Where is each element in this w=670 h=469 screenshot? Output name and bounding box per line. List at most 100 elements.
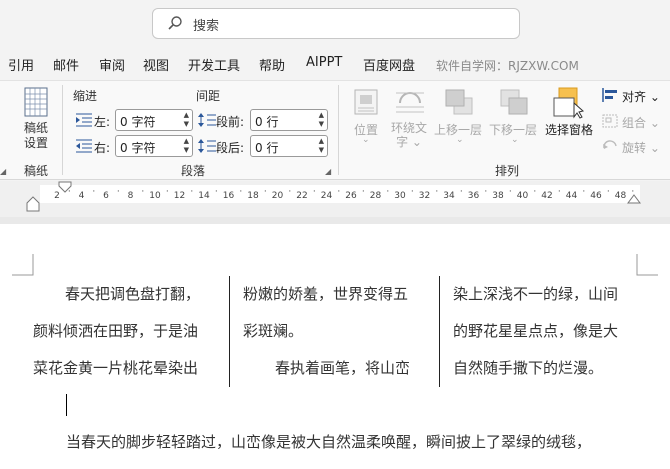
ruler-tick-dot: · (337, 187, 341, 197)
text-line: 春天把调色盘打翻， (65, 285, 201, 303)
ruler-tick-label: 36 (467, 191, 480, 201)
tab-references[interactable]: 引用 (8, 55, 34, 74)
separator (62, 85, 63, 175)
column-separator (229, 276, 230, 387)
ruler-tick-dot: · (484, 187, 488, 197)
ruler-tick-label: 28 (369, 191, 382, 201)
indent-header: 缩进 (73, 89, 98, 103)
manuscript-button-line1: 稿纸 (24, 121, 49, 135)
ruler-tick-label: 40 (516, 191, 529, 201)
column-3: 染上深浅不一的绿，山间 的野花星星点点，像是大 自然随手撒下的烂漫。 (453, 276, 618, 387)
indent-right-icon (76, 139, 92, 153)
ruler-tick-label: 44 (565, 191, 578, 201)
spacing-before-value: 0 行 (255, 115, 279, 129)
tab-review[interactable]: 审阅 (99, 55, 125, 74)
horizontal-ruler[interactable]: 2 · 4 · 6 · 8 · 10 · 12 · 14 · 16 · 18 · 20 · 22 · 24 · 26 · 28 · 30… (40, 185, 640, 203)
spinner-arrows-icon[interactable]: ▲ ▼ (319, 137, 324, 155)
paragraph-dialog-launcher-icon[interactable]: ◢ (325, 167, 331, 176)
text-line: 颜料倾洒在田野，于是油 (33, 322, 199, 340)
chevron-down-icon: ⌄ (511, 135, 519, 145)
spacing-after-label: 段后: (216, 141, 245, 155)
wrap-text-line1: 环绕文 (391, 121, 428, 135)
wrap-text-icon (396, 92, 424, 113)
wrap-text-line2-label: 字 (396, 135, 409, 149)
column-2: 粉嫩的娇羞，世界变得五 彩斑斓。 春执着画笔，将山峦 (243, 276, 410, 387)
spacing-after-icon (198, 139, 216, 153)
title-bar: 搜索 (0, 0, 670, 47)
ruler-tick-label: 18 (247, 191, 259, 201)
ruler-tick-label: 20 (271, 191, 284, 201)
search-input[interactable]: 搜索 (193, 15, 219, 34)
align-icon (602, 88, 617, 102)
text-line: 菜花金黄一片桃花晕染出 (33, 359, 199, 377)
spacing-header: 间距 (196, 89, 221, 103)
tab-aippt[interactable]: AIPPT (306, 55, 342, 70)
text-line: 自然随手撒下的烂漫。 (453, 359, 604, 377)
ruler-tick-dot: · (312, 187, 316, 197)
group-button[interactable]: 组合 ⌄ (622, 114, 660, 131)
text-line: 染上深浅不一的绿，山间 (453, 285, 619, 303)
indent-right-value: 0 字符 (120, 141, 156, 155)
ruler-tick-label: 24 (320, 191, 333, 201)
wrap-text-button[interactable]: 环绕文 字 ⌄ (391, 121, 427, 149)
paragraph-2: 当春天的脚步轻轻踏过，山峦像是被大自然温柔唤醒，瞬间披上了翠绿的绒毯， (66, 433, 592, 451)
tab-help[interactable]: 帮助 (259, 55, 285, 74)
ruler-tick-label: 10 (149, 191, 161, 201)
rotate-button[interactable]: 旋转 ⌄ (622, 139, 660, 156)
spinner-arrows-icon[interactable]: ▲ ▼ (184, 111, 189, 129)
ruler-tick-dot: · (508, 187, 512, 197)
watermark-text: 软件自学网：RJZXW.COM (436, 59, 579, 73)
arrange-group-label: 排列 (495, 164, 520, 178)
right-indent-marker-icon[interactable] (627, 194, 641, 206)
ruler-tick-dot: · (435, 187, 439, 197)
ruler-tick-dot: · (190, 187, 194, 197)
indent-right-input[interactable]: 0 字符 ▲ ▼ (115, 135, 193, 157)
text-cursor (66, 394, 67, 416)
ruler-tick-label: 8 (127, 191, 134, 201)
selection-pane-icon (553, 87, 585, 119)
ribbon-panel: 稿纸 设置 稿纸 ◢ 缩进 间距 左: 0 字符 ▲ ▼ 右: 0 字符 ▲ ▼ 段… (0, 80, 670, 180)
indent-left-input[interactable]: 0 字符 ▲ ▼ (115, 109, 193, 131)
document-page[interactable]: 春天把调色盘打翻， 颜料倾洒在田野，于是油 菜花金黄一片桃花晕染出 粉嫩的娇羞，… (0, 224, 670, 469)
tab-mailings[interactable]: 邮件 (53, 55, 79, 74)
dialog-launcher-icon[interactable]: ◢ (0, 167, 6, 176)
search-icon (168, 16, 182, 30)
column-separator (439, 276, 440, 387)
spinner-arrows-icon[interactable]: ▲ ▼ (319, 111, 324, 129)
ruler-tick-dot: · (92, 187, 96, 197)
ruler-tick-label: 38 (492, 191, 504, 201)
spacing-before-icon (198, 113, 216, 127)
ruler-tick-label: 48 (614, 191, 627, 201)
ruler-tick-label: 14 (198, 191, 210, 201)
tab-baidu-netdisk[interactable]: 百度网盘 (363, 55, 415, 74)
crop-mark-top-right (636, 254, 658, 276)
ruler-tick-label: 30 (394, 191, 406, 201)
search-box[interactable]: 搜索 (152, 8, 520, 39)
ribbon-tabs: 引用 邮件 审阅 视图 开发工具 帮助 AIPPT 百度网盘 软件自学网：RJZ… (0, 48, 670, 78)
bring-forward-icon (445, 89, 473, 115)
ruler-tick-dot: · (214, 187, 218, 197)
text-line: 春执着画笔，将山峦 (275, 359, 411, 377)
ruler-tick-dot: · (239, 187, 243, 197)
hanging-indent-marker-icon[interactable] (26, 196, 40, 212)
selection-pane-button[interactable]: 选择窗格 (545, 121, 593, 138)
ruler-tick-dot: · (557, 187, 561, 197)
first-line-indent-marker-icon[interactable] (58, 181, 72, 195)
chevron-down-icon: ⌄ (362, 135, 370, 145)
spacing-before-input[interactable]: 0 行 ▲ ▼ (250, 109, 328, 131)
ruler-area: 2 · 4 · 6 · 8 · 10 · 12 · 14 · 16 · 18 · 20 · 22 · 24 · 26 · 28 · 30… (0, 181, 670, 217)
manuscript-settings-button[interactable]: 稿纸 设置 (24, 121, 48, 151)
align-button[interactable]: 对齐 ⌄ (622, 88, 660, 105)
ruler-tick-dot: · (165, 187, 169, 197)
text-line: 彩斑斓。 (243, 322, 304, 340)
spacing-after-input[interactable]: 0 行 ▲ ▼ (250, 135, 328, 157)
manuscript-group-label: 稿纸 (24, 164, 49, 178)
ruler-tick-dot: · (263, 187, 267, 197)
rotate-label: 旋转 (622, 141, 647, 155)
ruler-tick-dot: · (533, 187, 537, 197)
tab-developer[interactable]: 开发工具 (188, 55, 240, 74)
group-icon (602, 114, 618, 128)
spinner-arrows-icon[interactable]: ▲ ▼ (184, 137, 189, 155)
tab-view[interactable]: 视图 (143, 55, 169, 74)
crop-mark-top-left (12, 254, 34, 276)
